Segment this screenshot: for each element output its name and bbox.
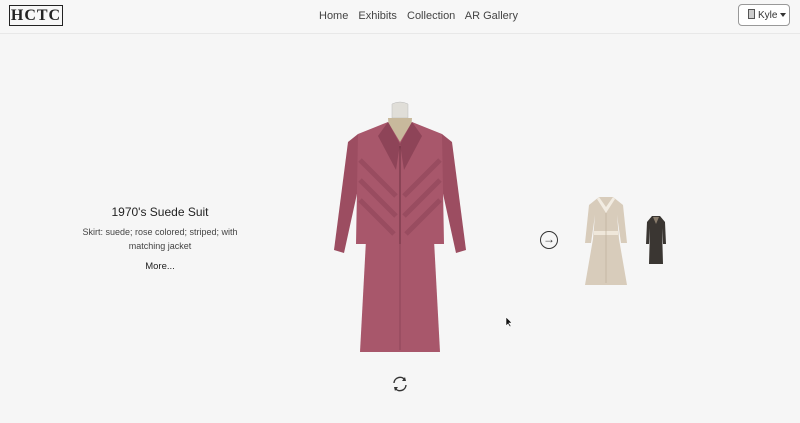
mouse-cursor-icon [505, 316, 513, 328]
user-name: Kyle [758, 10, 778, 21]
arrow-right-circle-icon: → [543, 232, 555, 246]
item-info: 1970's Suede Suit Skirt: suede; rose col… [80, 205, 240, 272]
nav-collection-link[interactable]: Collection [407, 10, 455, 22]
next-item-button[interactable]: → [540, 231, 558, 249]
nav-links: Home Exhibits Collection AR Gallery [319, 10, 525, 22]
site-logo[interactable]: HCTC [9, 5, 63, 26]
item-title: 1970's Suede Suit [111, 205, 209, 219]
nav-exhibits-link[interactable]: Exhibits [358, 10, 397, 22]
chevron-down-icon [780, 13, 787, 17]
nav-home-link[interactable]: Home [319, 10, 348, 22]
user-icon [748, 9, 755, 19]
nav-ar-gallery-link[interactable]: AR Gallery [465, 10, 518, 22]
suit-image [334, 101, 466, 352]
more-link[interactable]: More... [80, 261, 240, 272]
next-item-thumbnail-dress[interactable] [583, 193, 629, 287]
rotate-icon[interactable] [391, 376, 409, 392]
item-description: Skirt: suede; rose colored; striped; wit… [82, 227, 238, 251]
navbar: HCTC Home Exhibits Collection AR Gallery… [0, 0, 800, 34]
user-menu-button[interactable]: Kyle [738, 4, 790, 26]
next-item-thumbnail-dark-dress[interactable] [645, 214, 667, 266]
